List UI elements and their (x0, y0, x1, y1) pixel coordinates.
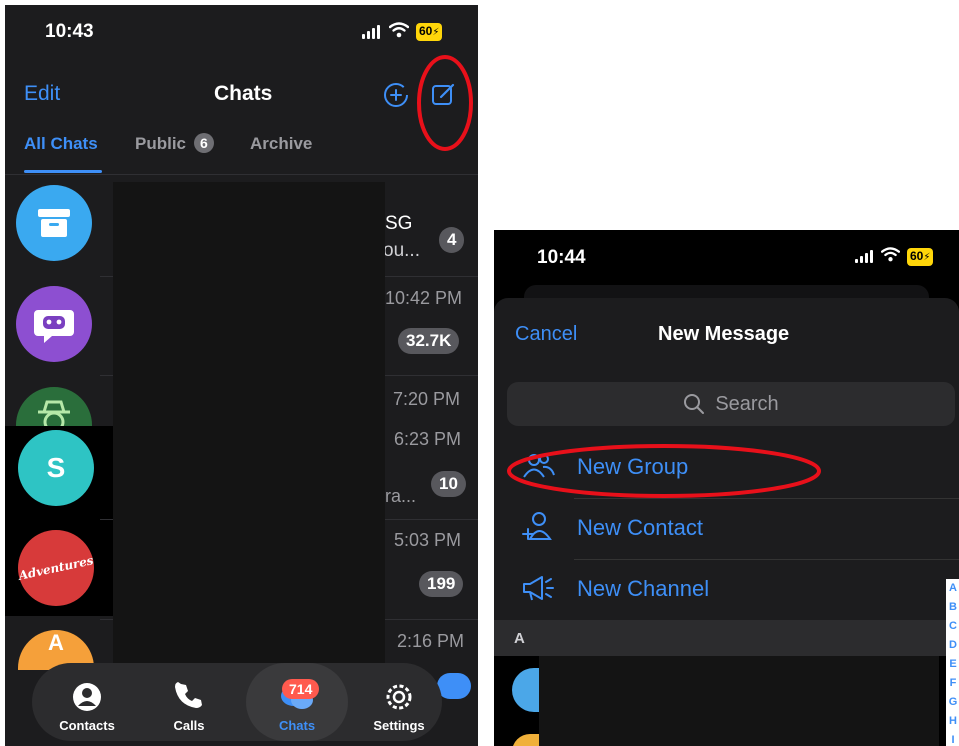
chat-title-fragment: SG (385, 213, 413, 234)
tab-calls[interactable]: Calls (138, 663, 240, 741)
tab-label: Calls (173, 718, 205, 733)
tab-label: Chats (278, 718, 316, 733)
new-message-sheet: Cancel New Message Search New Group New … (494, 298, 959, 746)
battery-level: 60 (419, 24, 433, 38)
menu-new-contact[interactable]: New Contact (494, 499, 959, 559)
index-letter[interactable]: D (946, 636, 959, 655)
adventures-logo: Adventures (17, 553, 95, 583)
avatar-letter: A (48, 630, 64, 655)
new-story-icon[interactable] (382, 81, 410, 109)
avatar-letter: S (46, 452, 66, 483)
annotation-circle-compose (417, 55, 473, 151)
left-phone-screen: 10:43 60⚡ Edit Chats All Chats Public 6 … (5, 5, 478, 746)
index-letter[interactable]: A (946, 579, 959, 598)
chat-snippet-fragment: ra... (385, 486, 417, 506)
menu-new-channel[interactable]: New Channel (494, 560, 959, 620)
chat-snippet-fragment: ou... (383, 240, 420, 261)
chats-unread-badge: 714 (282, 679, 320, 699)
bottom-tab-bar: Contacts Calls Chats 714 Settings (32, 663, 442, 741)
battery-level: 60 (910, 249, 924, 263)
megaphone-icon (523, 576, 554, 601)
index-letter[interactable]: G (946, 693, 959, 712)
tab-divider (5, 174, 478, 175)
unread-badge: 10 (431, 471, 466, 497)
chat-time: 6:23 PM (394, 429, 462, 449)
cancel-button[interactable]: Cancel (515, 323, 577, 346)
index-letter[interactable]: B (946, 598, 959, 617)
tab-contacts[interactable]: Contacts (36, 663, 138, 741)
right-phone-screen: 10:44 60⚡ Cancel New Message Search New … (494, 230, 959, 746)
edit-button[interactable]: Edit (24, 82, 60, 106)
search-icon (684, 394, 705, 414)
robot-chat-icon (34, 310, 74, 343)
battery-indicator: 60⚡ (416, 23, 443, 41)
chat-time: 2:16 PM (397, 631, 465, 651)
archive-box-icon (38, 209, 70, 237)
status-time: 10:43 (45, 21, 94, 42)
avatar[interactable]: S (18, 430, 94, 506)
sheet-title: New Message (658, 323, 790, 345)
menu-label: New Channel (577, 576, 710, 601)
phone-icon (175, 682, 202, 708)
index-letter[interactable]: E (946, 655, 959, 674)
public-count-badge: 6 (194, 133, 214, 153)
tab-settings[interactable]: Settings (348, 663, 450, 741)
wifi-icon (881, 247, 900, 262)
cellular-signal-icon (362, 25, 380, 39)
index-letter[interactable]: I (946, 731, 959, 746)
alphabet-index[interactable]: ABCDEFGHI (946, 579, 959, 746)
index-letter[interactable]: F (946, 674, 959, 693)
redacted-area (113, 182, 385, 670)
status-time: 10:44 (537, 247, 586, 268)
tab-label: Settings (373, 718, 425, 733)
unread-badge: 4 (439, 227, 465, 253)
chat-time: 5:03 PM (394, 530, 462, 550)
tab-public[interactable]: Public (135, 134, 186, 154)
gear-icon (386, 684, 412, 710)
unread-badge: 32.7K (398, 328, 460, 354)
chat-time: 10:42 PM (385, 288, 463, 308)
person-icon (73, 683, 101, 711)
battery-indicator: 60⚡ (907, 248, 934, 266)
avatar[interactable]: Adventures (17, 530, 95, 606)
index-letter[interactable]: C (946, 617, 959, 636)
avatar[interactable] (16, 286, 92, 362)
add-contact-icon (522, 512, 552, 540)
tab-all-chats[interactable]: All Chats (24, 134, 98, 154)
annotation-circle-new-group (507, 444, 821, 498)
page-title: Chats (214, 82, 273, 105)
tab-chats[interactable]: Chats (246, 663, 348, 741)
search-input[interactable]: Search (507, 382, 955, 426)
search-placeholder: Search (715, 392, 779, 415)
section-header: A (494, 620, 959, 656)
tab-archive[interactable]: Archive (250, 134, 312, 154)
tab-underline (24, 170, 102, 173)
menu-label: New Contact (577, 515, 703, 540)
unread-badge: 199 (419, 571, 464, 597)
avatar[interactable] (16, 185, 92, 261)
redacted-area (539, 656, 939, 746)
tab-label: Contacts (59, 718, 115, 733)
chat-time: 7:20 PM (393, 389, 461, 409)
wifi-icon (389, 22, 409, 38)
index-letter[interactable]: H (946, 712, 959, 731)
cellular-signal-icon (855, 250, 873, 263)
